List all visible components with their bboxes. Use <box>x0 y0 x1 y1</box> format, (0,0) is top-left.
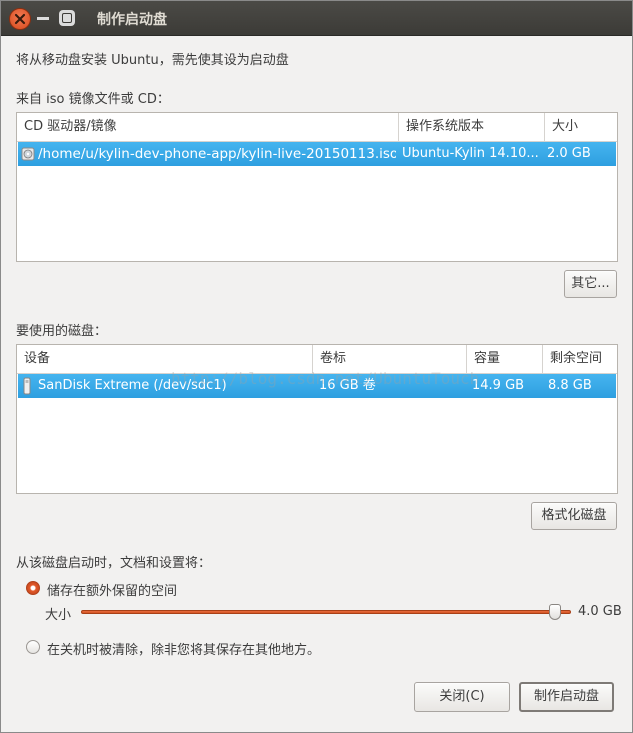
maximize-window-button[interactable] <box>59 10 75 26</box>
intro-text: 将从移动盘安装 Ubuntu，需先使其设为启动盘 <box>16 53 289 68</box>
slider-handle[interactable] <box>549 604 561 620</box>
discard-radio[interactable] <box>26 640 40 654</box>
device-name: SanDisk Extreme (/dev/sdc1) <box>38 378 227 393</box>
column-header-capacity[interactable]: 容量 <box>467 345 543 373</box>
store-option-label[interactable]: 储存在额外保留的空间 <box>47 580 177 599</box>
usb-drive-icon <box>23 377 33 395</box>
reserved-space-slider[interactable] <box>81 610 571 614</box>
boot-options-label: 从该磁盘启动时，文档和设置将： <box>16 556 212 571</box>
cdrom-icon <box>21 146 35 162</box>
column-header-volume[interactable]: 卷标 <box>313 345 467 373</box>
create-startup-disk-button[interactable]: 制作启动盘 <box>519 682 614 712</box>
source-list-header: CD 驱动器/镜像 操作系统版本 大小 <box>17 113 617 142</box>
column-header-free[interactable]: 剩余空间 <box>543 345 617 373</box>
image-size: 2.0 GB <box>547 146 591 161</box>
close-window-button[interactable] <box>9 8 31 30</box>
source-image-list[interactable]: CD 驱动器/镜像 操作系统版本 大小 /home/u/kylin-dev-ph… <box>16 112 618 262</box>
disk-list[interactable]: 设备 卷标 容量 剩余空间 SanDisk Extreme (/dev/sdc1… <box>16 344 618 494</box>
image-path: /home/u/kylin-dev-phone-app/kylin-live-2… <box>38 146 396 162</box>
size-value: 4.0 GB <box>578 604 622 619</box>
column-header-image[interactable]: CD 驱动器/镜像 <box>17 113 399 141</box>
column-header-os[interactable]: 操作系统版本 <box>399 113 545 141</box>
source-section-label: 来自 iso 镜像文件或 CD： <box>16 92 170 107</box>
disk-capacity: 14.9 GB <box>472 378 525 393</box>
size-label: 大小 <box>45 608 72 623</box>
disk-list-header: 设备 卷标 容量 剩余空间 <box>17 345 617 374</box>
os-version: Ubuntu-Kylin 14.10... <box>402 146 539 161</box>
disk-section-label: 要使用的磁盘： <box>16 324 108 339</box>
store-radio[interactable] <box>26 581 40 595</box>
window-title: 制作启动盘 <box>97 12 167 28</box>
close-icon <box>14 13 26 25</box>
close-button[interactable]: 关闭(C) <box>414 682 510 712</box>
discard-option-label[interactable]: 在关机时被清除，除非您将其保存在其他地方。 <box>47 639 320 658</box>
source-list-row[interactable]: /home/u/kylin-dev-phone-app/kylin-live-2… <box>18 142 616 166</box>
volume-label: 16 GB 卷 <box>319 378 376 393</box>
other-image-button[interactable]: 其它... <box>564 270 617 298</box>
minimize-window-button[interactable] <box>37 17 49 20</box>
disk-list-row[interactable]: SanDisk Extreme (/dev/sdc1) 16 GB 卷 14.9… <box>18 374 616 398</box>
column-header-size[interactable]: 大小 <box>545 113 617 141</box>
title-bar: 制作启动盘 <box>1 1 632 36</box>
startup-disk-creator-window: 制作启动盘 将从移动盘安装 Ubuntu，需先使其设为启动盘 来自 iso 镜像… <box>0 0 633 733</box>
format-disk-button[interactable]: 格式化磁盘 <box>531 502 617 530</box>
disk-free-space: 8.8 GB <box>548 378 592 393</box>
column-header-device[interactable]: 设备 <box>17 345 313 373</box>
